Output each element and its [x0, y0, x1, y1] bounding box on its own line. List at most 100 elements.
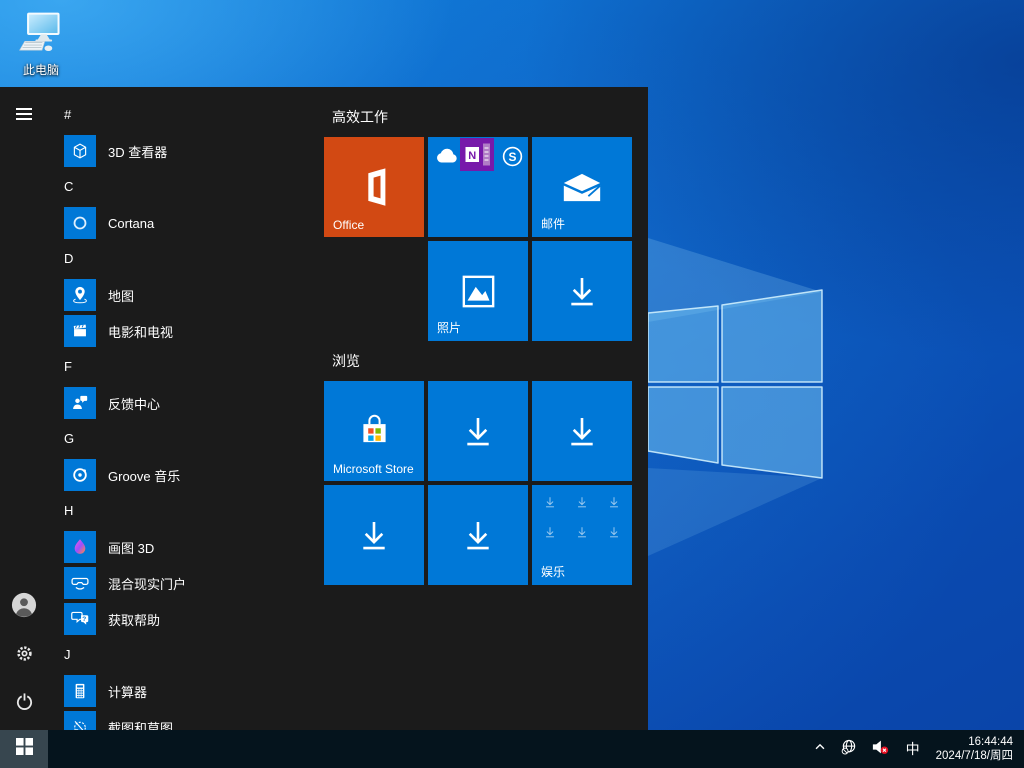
- tile-label: 娱乐: [541, 563, 565, 580]
- download-arrow-icon: [607, 525, 621, 539]
- app-section-letter[interactable]: C: [64, 169, 284, 205]
- cube-icon: [64, 135, 96, 167]
- download-arrow-icon: [607, 495, 621, 509]
- snip-sketch-icon: [64, 711, 96, 730]
- start-menu-rail: [0, 87, 48, 730]
- download-arrow-icon: [324, 485, 424, 585]
- power-icon: [15, 692, 34, 716]
- chevron-up-icon: [813, 740, 827, 759]
- tile-Office[interactable]: Office: [324, 137, 424, 237]
- app-list-item[interactable]: 电影和电视: [64, 313, 314, 349]
- app-item-label: 3D 查看器: [108, 142, 167, 161]
- app-list-item[interactable]: 计算器: [64, 673, 314, 709]
- settings-button[interactable]: [4, 636, 44, 676]
- app-list-item[interactable]: 混合现实门户: [64, 565, 314, 601]
- download-arrow-icon: [532, 381, 632, 481]
- clock-date: 2024/7/18/周四: [936, 749, 1013, 763]
- app-list-item[interactable]: 3D 查看器: [64, 133, 314, 169]
- app-section-letter[interactable]: J: [64, 637, 284, 673]
- network-no-internet-icon: [841, 739, 857, 760]
- onedrive-icon: [433, 147, 459, 164]
- app-list-item[interactable]: 截图和草图: [64, 709, 314, 730]
- groove-icon: [64, 459, 96, 491]
- ime-indicator[interactable]: 中: [896, 730, 930, 768]
- system-tray: 中 16:44:44 2024/7/18/周四: [806, 730, 1024, 768]
- download-arrow-icon: [532, 241, 632, 341]
- taskbar: 中 16:44:44 2024/7/18/周四: [0, 730, 1024, 768]
- app-section-letter[interactable]: H: [64, 493, 284, 529]
- skype-icon: S: [502, 146, 523, 167]
- app-list-item[interactable]: 画图 3D: [64, 529, 314, 565]
- app-item-label: Cortana: [108, 216, 154, 231]
- app-item-label: 地图: [108, 286, 134, 305]
- power-button[interactable]: [4, 684, 44, 724]
- desktop-icon-this-pc[interactable]: 此电脑: [10, 12, 72, 78]
- app-list-item[interactable]: ? 获取帮助: [64, 601, 314, 637]
- app-item-label: 获取帮助: [108, 610, 160, 629]
- paint3d-icon: [64, 531, 96, 563]
- app-item-label: 反馈中心: [108, 394, 160, 413]
- tile-area: 高效工作OfficeNS邮件照片浏览Microsoft Store娱乐: [324, 87, 648, 730]
- expand-menu-button[interactable]: [4, 96, 44, 136]
- cortana-icon: [64, 207, 96, 239]
- download-arrow-icon: [575, 495, 589, 509]
- tile-group-onedrive-onenote-skype[interactable]: NS: [428, 137, 528, 237]
- app-item-label: 混合现实门户: [108, 574, 186, 593]
- tile-group-title[interactable]: 高效工作: [332, 106, 388, 128]
- tile-pending-install[interactable]: [428, 381, 528, 481]
- app-section-letter[interactable]: F: [64, 349, 284, 385]
- app-item-label: Groove 音乐: [108, 466, 180, 485]
- app-section-letter[interactable]: D: [64, 241, 284, 277]
- computer-icon: [17, 42, 65, 59]
- tile-pending-install[interactable]: [532, 241, 632, 341]
- svg-text:S: S: [509, 150, 517, 164]
- tile-pending-install[interactable]: [324, 485, 424, 585]
- map-pin-icon: [64, 279, 96, 311]
- app-item-label: 电影和电视: [108, 322, 173, 341]
- svg-text:?: ?: [82, 616, 86, 623]
- tile-Microsoft Store[interactable]: Microsoft Store: [324, 381, 424, 481]
- start-menu: #3D 查看器 C Cortana D 地图电影和电视 F 反馈中心 G Groove 音乐 H画…: [0, 87, 648, 730]
- tile-folder-娱乐[interactable]: 娱乐: [532, 485, 632, 585]
- tile-group-title[interactable]: 浏览: [332, 350, 360, 372]
- show-hidden-icons-button[interactable]: [806, 730, 834, 768]
- start-button[interactable]: [0, 730, 48, 768]
- get-help-icon: ?: [64, 603, 96, 635]
- avatar-icon: [11, 592, 37, 623]
- download-arrow-icon: [575, 525, 589, 539]
- gear-icon: [15, 644, 34, 668]
- tile-label: Office: [333, 218, 364, 232]
- app-item-label: 计算器: [108, 682, 147, 701]
- network-button[interactable]: [834, 730, 864, 768]
- hamburger-icon: [14, 104, 34, 129]
- mixed-reality-icon: [64, 567, 96, 599]
- tile-label: 邮件: [541, 215, 565, 232]
- user-account-button[interactable]: [4, 587, 44, 627]
- app-item-label: 画图 3D: [108, 538, 154, 557]
- download-arrow-icon: [428, 485, 528, 585]
- tile-邮件[interactable]: 邮件: [532, 137, 632, 237]
- tile-照片[interactable]: 照片: [428, 241, 528, 341]
- app-list-item[interactable]: Groove 音乐: [64, 457, 314, 493]
- app-list-item[interactable]: 地图: [64, 277, 314, 313]
- svg-text:N: N: [468, 150, 476, 162]
- tile-label: 照片: [437, 319, 461, 336]
- desktop-icon-label: 此电脑: [10, 61, 72, 78]
- tile-pending-install[interactable]: [428, 485, 528, 585]
- tile-pending-install[interactable]: [532, 381, 632, 481]
- onenote-icon: N: [460, 138, 494, 171]
- app-list-item[interactable]: Cortana: [64, 205, 314, 241]
- download-arrow-icon: [543, 525, 557, 539]
- feedback-icon: [64, 387, 96, 419]
- movies-tv-icon: [64, 315, 96, 347]
- tile-label: Microsoft Store: [333, 462, 414, 476]
- app-item-label: 截图和草图: [108, 718, 173, 731]
- app-section-letter[interactable]: #: [64, 97, 284, 133]
- clock-time: 16:44:44: [936, 735, 1013, 749]
- app-section-letter[interactable]: G: [64, 421, 284, 457]
- volume-button[interactable]: [864, 730, 896, 768]
- app-list-item[interactable]: 反馈中心: [64, 385, 314, 421]
- taskbar-clock[interactable]: 16:44:44 2024/7/18/周四: [930, 730, 1024, 768]
- app-list: #3D 查看器 C Cortana D 地图电影和电视 F 反馈中心 G Groove 音乐 H画…: [48, 87, 320, 730]
- volume-muted-icon: [871, 739, 889, 760]
